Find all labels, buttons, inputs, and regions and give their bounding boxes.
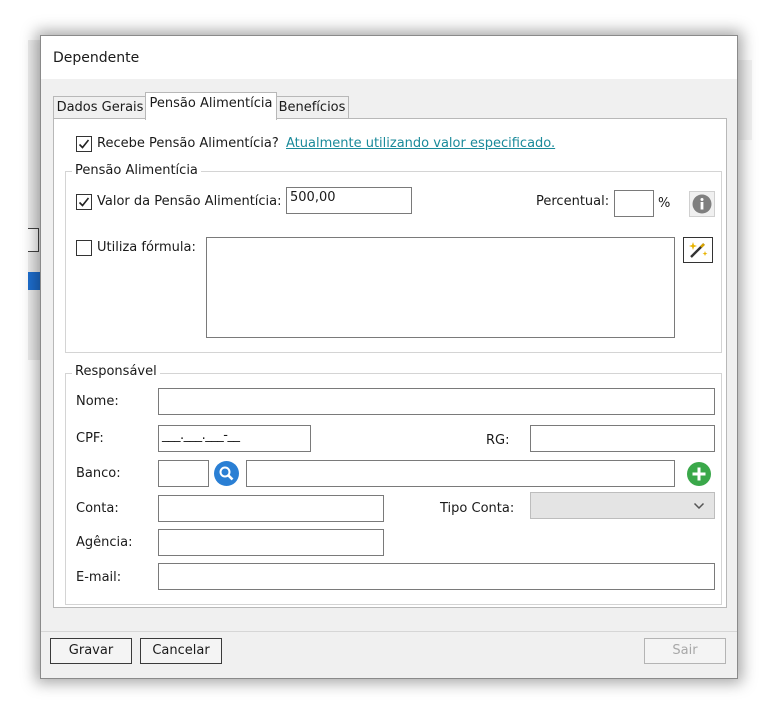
button-bar-separator — [41, 631, 737, 632]
checkmark-icon — [78, 197, 90, 207]
magic-wand-icon — [689, 242, 708, 258]
nome-label: Nome: — [76, 394, 119, 409]
info-button[interactable] — [689, 191, 715, 217]
search-icon — [214, 461, 239, 486]
banco-name-input[interactable] — [246, 460, 675, 487]
tab-dados-gerais[interactable]: Dados Gerais — [53, 96, 147, 119]
percentual-label: Percentual: — [536, 194, 610, 209]
pensao-group-title: Pensão Alimentícia — [72, 163, 201, 178]
background-selected-row — [28, 272, 40, 290]
nome-input[interactable] — [158, 388, 715, 415]
valor-pensao-input[interactable]: 500,00 — [286, 187, 412, 214]
tab-beneficios[interactable]: Benefícios — [275, 96, 349, 119]
background-window-edge — [28, 40, 40, 360]
tab-panel: Recebe Pensão Alimentícia? Atualmente ut… — [53, 118, 727, 608]
background-field — [28, 228, 39, 252]
percent-sign: % — [658, 196, 671, 211]
banco-code-input[interactable] — [158, 460, 209, 487]
gravar-button[interactable]: Gravar — [50, 638, 132, 664]
rg-label: RG: — [486, 433, 510, 448]
title-bar: Dependente — [41, 36, 737, 79]
recebe-pensao-checkbox[interactable] — [76, 136, 92, 152]
tipo-conta-label: Tipo Conta: — [440, 501, 515, 516]
dependente-dialog: Dependente Dados Gerais Pensão Alimentíc… — [40, 35, 738, 679]
chevron-down-icon — [693, 502, 705, 510]
agencia-label: Agência: — [76, 535, 133, 550]
valor-pensao-label: Valor da Pensão Alimentícia: — [97, 194, 282, 209]
tipo-conta-select[interactable] — [530, 492, 715, 519]
utiliza-formula-label: Utiliza fórmula: — [97, 240, 196, 255]
conta-label: Conta: — [76, 501, 119, 516]
plus-icon — [687, 462, 711, 486]
formula-textarea[interactable] — [206, 237, 675, 338]
formula-wizard-button[interactable] — [683, 237, 713, 263]
rg-input[interactable] — [530, 425, 715, 452]
cancelar-button[interactable]: Cancelar — [140, 638, 222, 664]
tab-pensao-alimenticia[interactable]: Pensão Alimentícia — [145, 92, 277, 120]
cpf-label: CPF: — [76, 431, 104, 446]
checkmark-icon — [78, 139, 90, 149]
utiliza-formula-checkbox[interactable] — [76, 240, 92, 256]
sair-button[interactable]: Sair — [644, 638, 726, 664]
info-icon — [692, 194, 712, 214]
conta-input[interactable] — [158, 495, 384, 522]
valor-pensao-checkbox[interactable] — [76, 194, 92, 210]
dialog-title: Dependente — [53, 50, 140, 66]
banco-search-button[interactable] — [213, 460, 240, 487]
recebe-pensao-label: Recebe Pensão Alimentícia? — [97, 136, 279, 151]
cpf-input[interactable]: ___.___.___-__ — [158, 425, 311, 452]
status-link[interactable]: Atualmente utilizando valor especificado… — [286, 136, 555, 151]
percentual-input[interactable] — [614, 190, 654, 217]
agencia-input[interactable] — [158, 529, 384, 556]
add-banco-button[interactable] — [686, 461, 712, 487]
background-window-edge-right — [736, 60, 752, 140]
email-label: E-mail: — [76, 570, 122, 585]
email-input[interactable] — [158, 563, 715, 590]
responsavel-group-title: Responsável — [72, 364, 160, 379]
banco-label: Banco: — [76, 466, 121, 481]
